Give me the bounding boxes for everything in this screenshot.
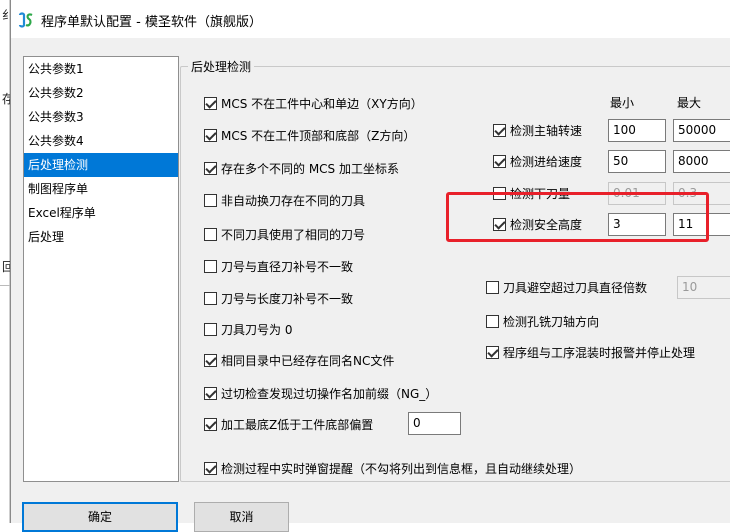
- check-mcs-z[interactable]: MCS 不在工件顶部和底部（Z方向）: [204, 126, 415, 144]
- checkbox-label: 不同刀具使用了相同的刀号: [221, 227, 366, 242]
- checkbox-label: 检测过程中实时弹窗提醒（不勾将列出到信息框，且自动继续处理）: [221, 461, 582, 476]
- checkbox-label: 刀号与长度刀补号不一致: [221, 291, 354, 306]
- check-spindle-speed[interactable]: 检测主轴转速: [493, 121, 582, 139]
- nav-item-drawing-sheet[interactable]: 制图程序单: [24, 177, 178, 201]
- check-tool-clearance-ratio[interactable]: 刀具避空超过刀具直径倍数: [486, 278, 647, 296]
- feed-rate-min-input[interactable]: 50: [608, 150, 666, 173]
- checkbox-icon[interactable]: [204, 291, 217, 305]
- checkbox-label: 程序组与工序混装时报警并停止处理: [503, 345, 696, 360]
- checkbox-icon[interactable]: [204, 161, 217, 175]
- check-length-offset[interactable]: 刀号与长度刀补号不一致: [204, 289, 353, 307]
- checkbox-icon[interactable]: [204, 322, 217, 336]
- min-column-header: 最小: [610, 96, 635, 110]
- checkbox-label: 非自动换刀存在不同的刀具: [221, 193, 366, 208]
- red-highlight-box: [446, 192, 709, 242]
- checkbox-label: MCS 不在工件顶部和底部（Z方向）: [221, 128, 416, 143]
- checkbox-icon[interactable]: [493, 154, 506, 168]
- check-same-tool-number[interactable]: 不同刀具使用了相同的刀号: [204, 225, 365, 243]
- checkbox-label: 检测进给速度: [510, 154, 583, 169]
- checkbox-label: 相同目录中已经存在同名NC文件: [221, 353, 395, 368]
- checkbox-icon[interactable]: [204, 417, 217, 431]
- nav-item-post-check[interactable]: 后处理检测: [24, 153, 178, 177]
- feed-rate-max-input[interactable]: 8000: [673, 150, 730, 173]
- checkbox-label: 过切检查发现过切操作名加前缀（NG_）: [221, 386, 438, 401]
- checkbox-icon[interactable]: [493, 123, 506, 137]
- max-column-header: 最大: [677, 96, 702, 110]
- tool-clearance-ratio-input[interactable]: 10: [677, 276, 730, 299]
- checkbox-icon[interactable]: [204, 386, 217, 400]
- nav-item-excel-sheet[interactable]: Excel程序单: [24, 201, 178, 225]
- check-multi-mcs[interactable]: 存在多个不同的 MCS 加工坐标系: [204, 159, 399, 177]
- check-mixed-group-alarm[interactable]: 程序组与工序混装时报警并停止处理: [486, 343, 695, 361]
- checkbox-icon[interactable]: [204, 259, 217, 273]
- check-duplicate-nc-file[interactable]: 相同目录中已经存在同名NC文件: [204, 351, 394, 369]
- checkbox-label: 刀号与直径刀补号不一致: [221, 259, 354, 274]
- ok-button[interactable]: 确定: [22, 502, 178, 532]
- check-non-auto-tool-change[interactable]: 非自动换刀存在不同的刀具: [204, 191, 365, 209]
- check-mcs-xy[interactable]: MCS 不在工件中心和单边（XY方向）: [204, 94, 423, 112]
- checkbox-label: 加工最底Z低于工件底部偏置: [221, 417, 374, 432]
- checkbox-icon[interactable]: [486, 345, 499, 359]
- bottom-z-offset-input[interactable]: 0: [408, 412, 461, 435]
- cancel-button[interactable]: 取消: [194, 502, 289, 532]
- nav-item-common-params-3[interactable]: 公共参数3: [24, 105, 178, 129]
- nav-item-common-params-1[interactable]: 公共参数1: [24, 57, 178, 81]
- category-list[interactable]: 公共参数1 公共参数2 公共参数3 公共参数4 后处理检测 制图程序单 Exce…: [23, 56, 179, 482]
- checkbox-icon[interactable]: [204, 353, 217, 367]
- checkbox-label: 检测孔铣刀轴方向: [503, 314, 600, 329]
- checkbox-icon[interactable]: [204, 461, 217, 475]
- checkbox-icon[interactable]: [204, 193, 217, 207]
- group-title: 后处理检测: [188, 58, 255, 75]
- checkbox-label: 检测主轴转速: [510, 123, 583, 138]
- nav-item-common-params-2[interactable]: 公共参数2: [24, 81, 178, 105]
- check-realtime-popup[interactable]: 检测过程中实时弹窗提醒（不勾将列出到信息框，且自动继续处理）: [204, 459, 581, 477]
- check-tool-number-zero[interactable]: 刀具刀号为 0: [204, 320, 292, 338]
- spindle-speed-max-input[interactable]: 50000: [673, 119, 730, 142]
- checkbox-label: MCS 不在工件中心和单边（XY方向）: [221, 96, 423, 111]
- checkbox-icon[interactable]: [486, 314, 499, 328]
- check-diameter-offset[interactable]: 刀号与直径刀补号不一致: [204, 257, 353, 275]
- app-logo-icon: [18, 12, 33, 28]
- checkbox-icon[interactable]: [486, 280, 499, 294]
- checkbox-icon[interactable]: [204, 128, 217, 142]
- window-title: 程序单默认配置 - 模圣软件（旗舰版）: [41, 15, 262, 30]
- check-feed-rate[interactable]: 检测进给速度: [493, 152, 582, 170]
- nav-item-common-params-4[interactable]: 公共参数4: [24, 129, 178, 153]
- background-divider: [0, 285, 10, 286]
- check-hole-mill-axis[interactable]: 检测孔铣刀轴方向: [486, 312, 599, 330]
- checkbox-icon[interactable]: [204, 96, 217, 110]
- background-app-edge: 纟 存 回: [0, 0, 14, 523]
- title-bar[interactable]: 程序单默认配置 - 模圣软件（旗舰版）: [11, 0, 730, 38]
- check-gouge-prefix[interactable]: 过切检查发现过切操作名加前缀（NG_）: [204, 384, 437, 402]
- checkbox-label: 刀具避空超过刀具直径倍数: [503, 280, 648, 295]
- checkbox-label: 存在多个不同的 MCS 加工坐标系: [221, 161, 399, 176]
- nav-item-post-process[interactable]: 后处理: [24, 225, 178, 249]
- checkbox-label: 刀具刀号为 0: [221, 322, 293, 337]
- check-bottom-z-offset[interactable]: 加工最底Z低于工件底部偏置: [204, 415, 373, 433]
- spindle-speed-min-input[interactable]: 100: [608, 119, 666, 142]
- checkbox-icon[interactable]: [204, 227, 217, 241]
